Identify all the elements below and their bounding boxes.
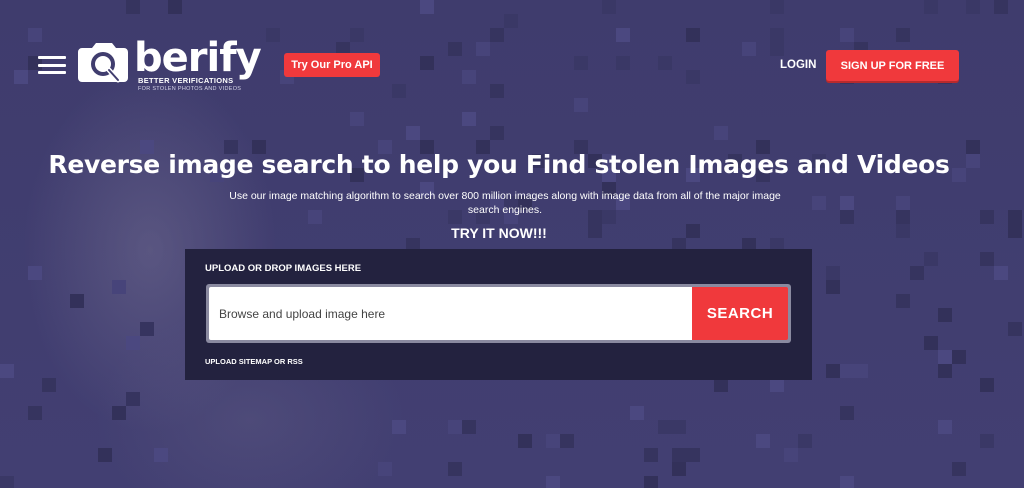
login-link[interactable]: LOGIN [780,59,816,71]
logo-camera-search-icon [78,43,128,83]
menu-icon[interactable] [38,56,66,74]
signup-button[interactable]: SIGN UP FOR FREE [826,50,959,81]
upload-search-box: SEARCH [206,284,791,343]
hero-headline: Reverse image search to help you Find st… [48,150,950,179]
upload-image-input[interactable] [209,287,692,340]
logo-tagline: BETTER VERIFICATIONS [138,76,234,85]
berify-logo[interactable]: berify BETTER VERIFICATIONS FOR STOLEN P… [76,35,262,96]
pro-api-button[interactable]: Try Our Pro API [284,53,380,77]
site-header: berify BETTER VERIFICATIONS FOR STOLEN P… [0,0,1024,110]
search-button[interactable]: SEARCH [692,287,788,340]
logo-wordmark: berify [134,35,262,81]
try-it-now-label: TRY IT NOW!!! [451,225,547,241]
upload-sitemap-link[interactable]: UPLOAD SITEMAP OR RSS [205,357,303,366]
logo-subtagline: FOR STOLEN PHOTOS AND VIDEOS [138,86,242,92]
upload-panel: UPLOAD OR DROP IMAGES HERE SEARCH UPLOAD… [185,249,812,380]
upload-panel-title: UPLOAD OR DROP IMAGES HERE [205,263,362,274]
hero-subtext: Use our image matching algorithm to sear… [229,190,781,216]
